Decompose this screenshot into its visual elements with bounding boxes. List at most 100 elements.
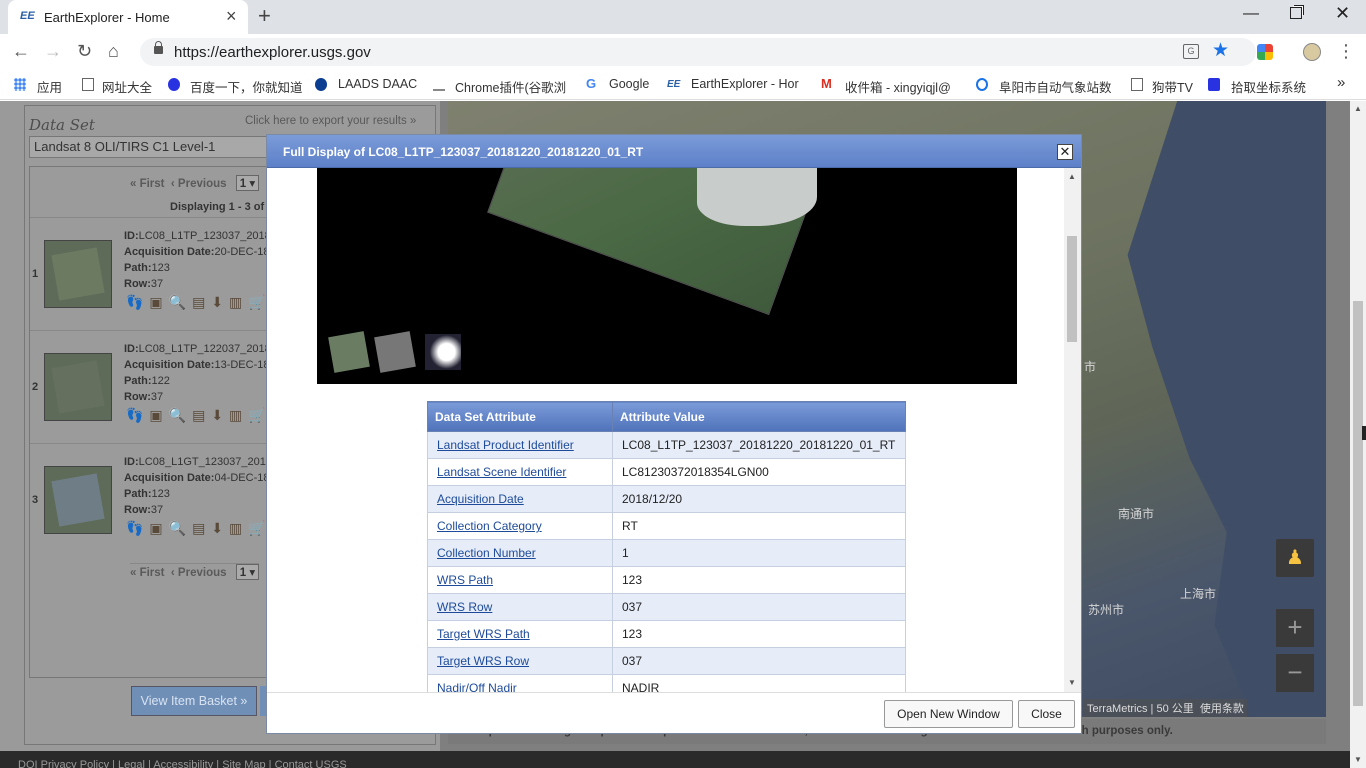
result-thumbnail[interactable] <box>44 466 112 534</box>
pager-select[interactable]: 1 ▾ <box>235 175 260 191</box>
table-row: Acquisition Date 2018/12/20 <box>427 485 906 513</box>
tab-earthexplorer[interactable]: EE EarthExplorer - Home × <box>8 0 248 34</box>
map-terms-link[interactable]: 使用条款 <box>1200 703 1244 715</box>
row-label: Row: <box>124 391 151 403</box>
attribute-link[interactable]: WRS Path <box>437 573 493 587</box>
pager-first[interactable]: « First <box>130 567 165 579</box>
attribute-link[interactable]: Collection Category <box>437 519 542 533</box>
row-label: Row: <box>124 278 151 290</box>
ee-favicon-icon: EE <box>20 10 35 22</box>
close-button[interactable]: Close <box>1018 700 1075 728</box>
reload-icon[interactable]: ↻ <box>77 40 92 62</box>
pager-bottom: « First ‹ Previous 1 ▾ <box>130 563 260 580</box>
apps-icon <box>14 78 26 91</box>
profile-avatar-icon[interactable] <box>1303 43 1321 61</box>
page-footer[interactable]: DOI Privacy Policy | Legal | Accessibili… <box>0 751 1350 768</box>
ee-icon: EE <box>667 79 681 90</box>
translate-icon[interactable]: G <box>1183 44 1199 59</box>
chrome-store-icon <box>433 78 445 91</box>
attribute-link[interactable]: Landsat Scene Identifier <box>437 465 566 479</box>
map-label-suzhou: 苏州市 <box>1088 603 1125 617</box>
attribute-link[interactable]: WRS Row <box>437 600 492 614</box>
bookmark-gmail[interactable]: 收件箱 - xingyiqjl@ <box>845 77 951 96</box>
table-row: Target WRS Row 037 <box>427 647 906 675</box>
bookmark-weather[interactable]: 阜阳市自动气象站数 <box>999 77 1112 96</box>
attribute-link[interactable]: Nadir/Off Nadir <box>437 681 517 692</box>
open-new-window-button[interactable]: Open New Window <box>884 700 1013 728</box>
dialog-scrollbar[interactable]: ▲ ▼ <box>1064 168 1081 692</box>
map-label-nantong: 南通市 <box>1118 507 1155 521</box>
view-item-basket-button[interactable]: View Item Basket » <box>131 686 257 716</box>
result-action-icons[interactable]: 👣▣🔍▤⬇▥🛒 <box>126 520 272 537</box>
pager-select[interactable]: 1 ▾ <box>235 564 260 580</box>
browse-thumbnail-quality[interactable] <box>374 331 416 373</box>
pager-first[interactable]: « First <box>130 178 165 190</box>
scroll-down-icon[interactable]: ▼ <box>1068 678 1076 687</box>
bookmark-star-icon[interactable]: ★ <box>1212 39 1229 62</box>
more-bookmarks-icon[interactable]: » <box>1337 74 1345 91</box>
scroll-up-icon[interactable]: ▲ <box>1068 172 1076 181</box>
tab-close-icon[interactable]: × <box>226 7 237 25</box>
browse-thumbnail-cloud[interactable] <box>425 334 461 370</box>
extension-icon[interactable] <box>1257 44 1273 60</box>
url-text[interactable]: https://earthexplorer.usgs.gov <box>174 44 371 61</box>
forward-icon[interactable]: → <box>44 40 62 62</box>
bookmark-baidu[interactable]: 百度一下，你就知道 <box>190 77 303 96</box>
back-icon[interactable]: ← <box>12 40 30 62</box>
page-icon <box>1131 78 1143 91</box>
result-action-icons[interactable]: 👣▣🔍▤⬇▥🛒 <box>126 294 272 311</box>
result-row: 37 <box>150 278 164 290</box>
address-bar[interactable]: https://earthexplorer.usgs.gov G ★ <box>140 38 1256 66</box>
bookmark-wangzhi[interactable]: 网址大全 <box>102 77 152 96</box>
attribute-link[interactable]: Acquisition Date <box>437 492 524 506</box>
street-view-pegman-icon[interactable]: ♟ <box>1276 539 1314 577</box>
map-label-shanghai: 上海市 <box>1180 587 1217 601</box>
window-close-icon[interactable]: ✕ <box>1335 3 1350 24</box>
attribute-link[interactable]: Target WRS Row <box>437 654 529 668</box>
bookmark-earthexplorer[interactable]: EarthExplorer - Hor <box>691 77 799 91</box>
result-number: 2 <box>32 381 39 393</box>
dialog-scroll-thumb[interactable] <box>1067 236 1077 342</box>
export-results-link[interactable]: Click here to export your results » <box>245 115 416 127</box>
table-row: Landsat Scene Identifier LC81230372018354… <box>427 458 906 486</box>
map-label: 市 <box>1084 360 1097 374</box>
bookmark-laads[interactable]: LAADS DAAC <box>338 77 417 91</box>
result-thumbnail[interactable] <box>44 353 112 421</box>
pager-previous[interactable]: ‹ Previous <box>171 178 227 190</box>
result-thumbnail[interactable] <box>44 240 112 308</box>
browser-menu-icon[interactable]: ⋮ <box>1337 41 1355 62</box>
path-label: Path: <box>124 262 152 274</box>
attribute-link[interactable]: Collection Number <box>437 546 536 560</box>
browse-thumbnail-natural[interactable] <box>328 331 370 373</box>
dialog-titlebar[interactable]: Full Display of LC08_L1TP_123037_2018122… <box>267 135 1081 168</box>
date-label: Acquisition Date: <box>124 359 215 371</box>
attribute-link[interactable]: Target WRS Path <box>437 627 530 641</box>
value-cell: NADIR <box>612 674 906 692</box>
result-path: 122 <box>151 375 170 387</box>
bookmark-google[interactable]: Google <box>609 77 649 91</box>
new-tab-icon[interactable]: + <box>258 4 271 28</box>
baidu-icon <box>168 78 180 91</box>
dialog-close-icon[interactable]: ✕ <box>1057 144 1073 160</box>
zoom-out-button[interactable]: − <box>1276 654 1314 692</box>
lock-icon[interactable] <box>154 41 163 54</box>
bookmark-goudai[interactable]: 狗带TV <box>1152 77 1193 96</box>
result-info: ID:LC08_L1TP_123037_2018... Acquisition … <box>124 228 280 292</box>
pager-previous[interactable]: ‹ Previous <box>171 567 227 579</box>
scroll-up-icon[interactable]: ▲ <box>1354 104 1362 113</box>
home-icon[interactable]: ⌂ <box>108 40 119 62</box>
date-label: Acquisition Date: <box>124 246 215 258</box>
attribute-link[interactable]: Landsat Product Identifier <box>437 438 574 452</box>
page-scroll-thumb[interactable] <box>1353 301 1363 706</box>
pager-page-value: 1 <box>239 178 247 190</box>
result-action-icons[interactable]: 👣▣🔍▤⬇▥🛒 <box>126 407 272 424</box>
minimize-icon[interactable]: — <box>1243 5 1259 23</box>
zoom-in-button[interactable]: + <box>1276 609 1314 647</box>
bookmark-coords[interactable]: 拾取坐标系统 <box>1231 77 1306 96</box>
bookmark-chrome-plugins[interactable]: Chrome插件(谷歌浏 <box>455 77 566 96</box>
scroll-down-icon[interactable]: ▼ <box>1354 755 1362 764</box>
bookmark-apps[interactable]: 应用 <box>37 77 62 96</box>
cloud-cover <box>697 168 817 226</box>
restore-icon[interactable] <box>1290 7 1302 19</box>
weather-icon <box>976 78 988 91</box>
